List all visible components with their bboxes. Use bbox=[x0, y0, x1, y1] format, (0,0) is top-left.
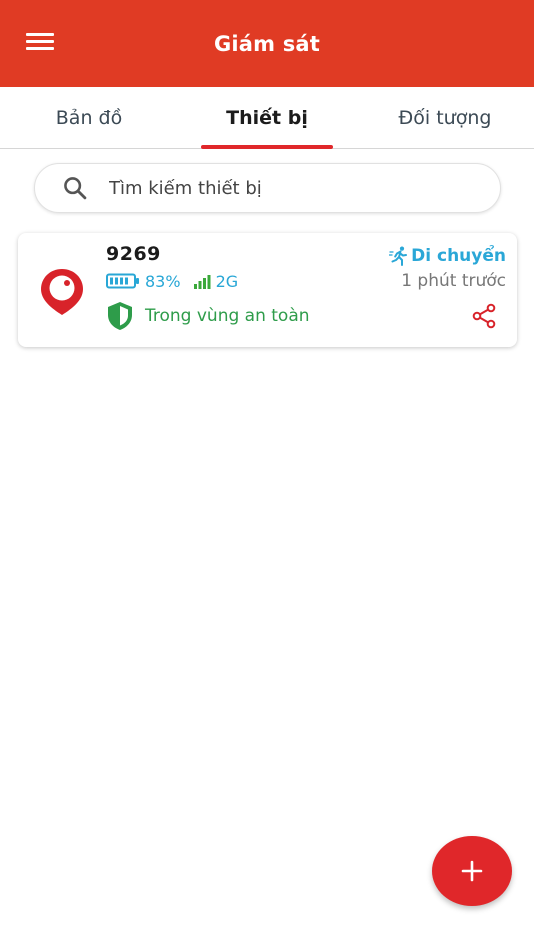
tab-bar: Bản đồ Thiết bị Đối tượng bbox=[0, 87, 534, 149]
running-person-icon bbox=[389, 246, 408, 266]
device-card[interactable]: 9269 83% 2G Trong vùng an toàn Di chuyển… bbox=[18, 233, 517, 347]
zone-status-row: Trong vùng an toàn bbox=[106, 301, 310, 331]
hamburger-menu-icon[interactable] bbox=[26, 33, 54, 53]
device-name: 9269 bbox=[106, 243, 161, 265]
zone-status-text: Trong vùng an toàn bbox=[145, 306, 310, 326]
plus-icon bbox=[461, 860, 483, 882]
shield-check-icon bbox=[108, 302, 132, 330]
app-screen: Giám sát Bản đồ Thiết bị Đối tượng 9269 bbox=[0, 0, 534, 950]
search-input[interactable] bbox=[109, 177, 479, 199]
battery-icon bbox=[106, 273, 139, 289]
tab-devices[interactable]: Thiết bị bbox=[178, 87, 356, 149]
search-bar bbox=[34, 163, 501, 213]
page-title: Giám sát bbox=[213, 31, 321, 56]
battery-percentage: 83% bbox=[145, 271, 181, 291]
app-header: Giám sát bbox=[0, 0, 534, 87]
add-device-button[interactable] bbox=[432, 836, 512, 906]
share-icon[interactable] bbox=[470, 302, 498, 330]
tab-objects[interactable]: Đối tượng bbox=[356, 87, 534, 148]
last-update-time: 1 phút trước bbox=[401, 271, 506, 291]
device-info-row: 83% 2G bbox=[106, 271, 238, 291]
signal-icon bbox=[193, 274, 211, 289]
motion-status-text: Di chuyển bbox=[411, 246, 506, 266]
search-icon[interactable] bbox=[61, 174, 89, 202]
tab-map[interactable]: Bản đồ bbox=[0, 87, 178, 148]
network-type: 2G bbox=[215, 271, 239, 291]
motion-status-row: Di chuyển bbox=[389, 245, 506, 267]
device-pin-logo-icon bbox=[41, 269, 83, 315]
